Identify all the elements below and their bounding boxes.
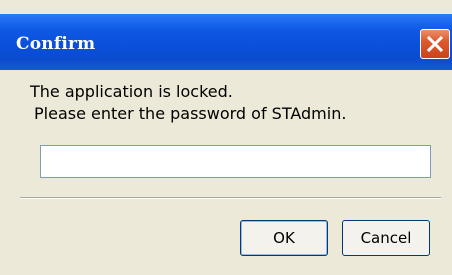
ok-button[interactable]: OK [240,220,328,256]
password-input[interactable] [40,145,431,178]
close-icon [426,35,444,53]
dialog-title: Confirm [16,34,96,54]
cancel-button[interactable]: Cancel [342,220,430,256]
message-line-2: Please enter the password of STAdmin. [34,104,347,123]
message-line-1: The application is locked. [30,82,233,101]
close-button[interactable] [420,29,450,59]
divider [20,197,441,199]
dialog-body: The application is locked. Please enter … [0,70,452,275]
confirm-dialog: Confirm The application is locked. Pleas… [0,0,452,275]
title-bar[interactable]: Confirm [0,14,452,70]
